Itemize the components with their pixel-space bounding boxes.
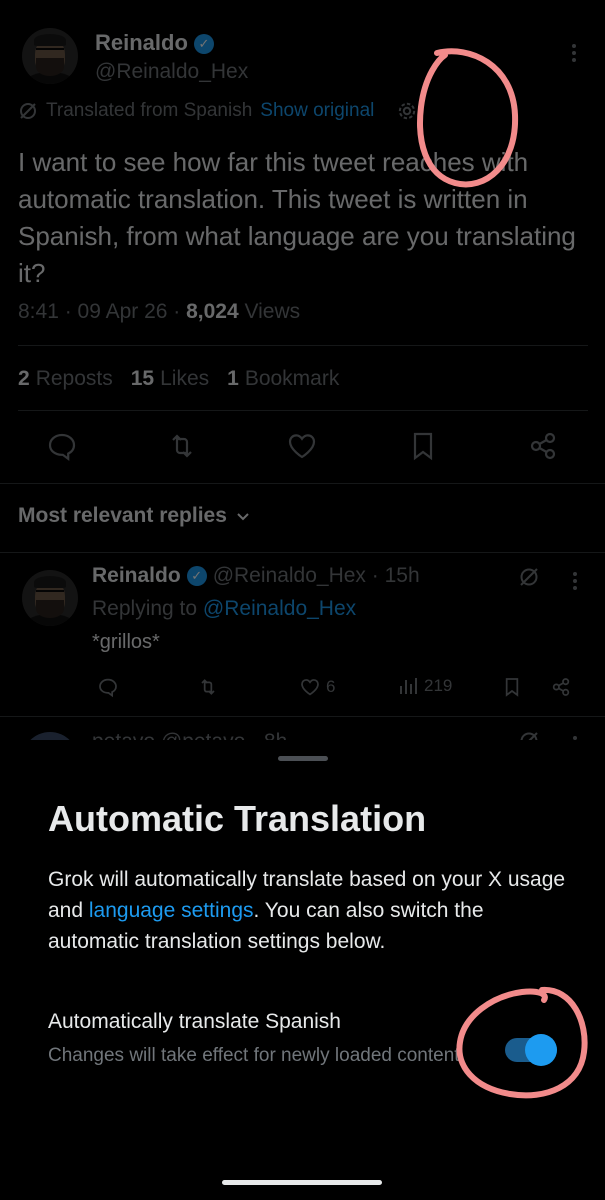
language-settings-link[interactable]: language settings bbox=[89, 899, 254, 922]
show-original-link[interactable]: Show original bbox=[260, 100, 374, 122]
divider bbox=[0, 552, 605, 553]
views-count: 8,024 bbox=[186, 300, 239, 323]
reposts-stat[interactable]: 2 Reposts bbox=[18, 367, 113, 391]
likes-stat[interactable]: 15 Likes bbox=[131, 367, 209, 391]
translate-slash-icon bbox=[20, 103, 36, 119]
verified-badge-icon: ✓ bbox=[186, 566, 207, 586]
divider bbox=[18, 410, 588, 411]
repost-icon[interactable] bbox=[164, 428, 200, 464]
share-icon bbox=[552, 678, 570, 696]
reply-actions: 6 219 bbox=[0, 675, 605, 705]
author-handle[interactable]: @Reinaldo_Hex bbox=[95, 60, 248, 84]
reply-like-button[interactable]: 6 bbox=[298, 675, 335, 699]
bookmarks-stat[interactable]: 1 Bookmark bbox=[227, 367, 339, 391]
views-icon bbox=[400, 678, 417, 694]
reply-icon bbox=[99, 678, 117, 698]
reply-views-button[interactable]: 219 bbox=[398, 675, 452, 697]
replying-prefix: Replying to bbox=[92, 597, 203, 620]
divider bbox=[18, 345, 588, 346]
reply-handle-time: @Reinaldo_Hex · 15h bbox=[212, 564, 420, 587]
divider bbox=[0, 483, 605, 484]
reply-author-name[interactable]: Reinaldo bbox=[92, 564, 181, 588]
reply-header[interactable]: Reinaldo ✓ @Reinaldo_Hex · 15h bbox=[92, 564, 420, 588]
tweet-meta: 8:41 · 09 Apr 26 · 8,024 Views bbox=[18, 300, 300, 324]
replying-handle-link[interactable]: @Reinaldo_Hex bbox=[203, 597, 356, 620]
reply-like-count: 6 bbox=[326, 677, 336, 696]
reply-share-button[interactable] bbox=[549, 675, 573, 699]
repost-icon bbox=[201, 679, 215, 695]
bookmark-icon[interactable] bbox=[405, 428, 441, 464]
divider bbox=[0, 716, 605, 717]
more-options-icon[interactable] bbox=[572, 44, 578, 65]
reply-icon[interactable] bbox=[44, 428, 80, 464]
sheet-title: Automatic Translation bbox=[48, 798, 427, 839]
reply-reply-button[interactable] bbox=[96, 675, 120, 699]
verified-badge-icon: ✓ bbox=[193, 34, 214, 55]
sheet-description: Grok will automatically translate based … bbox=[48, 864, 568, 957]
author-name-text[interactable]: Reinaldo bbox=[95, 30, 188, 55]
share-icon[interactable] bbox=[525, 428, 561, 464]
avatar[interactable] bbox=[22, 28, 78, 84]
auto-translate-option-subtitle: Changes will take effect for newly loade… bbox=[48, 1045, 465, 1066]
replies-sort-dropdown[interactable]: Most relevant replies bbox=[18, 504, 251, 528]
author-name[interactable]: Reinaldo ✓ bbox=[95, 30, 214, 56]
tweet-text: I want to see how far this tweet reaches… bbox=[18, 147, 576, 288]
auto-translate-toggle[interactable] bbox=[505, 1034, 557, 1066]
sheet-drag-handle[interactable] bbox=[278, 756, 328, 761]
heart-icon bbox=[301, 679, 319, 696]
tweet-time: 8:41 · 09 Apr 26 · bbox=[18, 300, 187, 323]
reply-repost-button[interactable] bbox=[196, 675, 220, 699]
heart-icon[interactable] bbox=[284, 428, 320, 464]
reply-views-count: 219 bbox=[424, 676, 453, 695]
reply-avatar[interactable] bbox=[22, 570, 78, 626]
gear-icon[interactable] bbox=[396, 100, 418, 122]
views-label: Views bbox=[238, 300, 301, 323]
tweet-actions bbox=[0, 428, 605, 464]
translation-row: Translated from Spanish Show original bbox=[18, 100, 418, 122]
reply-text: *grillos* bbox=[92, 631, 160, 653]
chevron-down-icon bbox=[237, 513, 249, 521]
automatic-translation-sheet: Automatic Translation Grok will automati… bbox=[0, 740, 605, 1200]
toggle-knob bbox=[525, 1034, 557, 1066]
translated-label: Translated from Spanish bbox=[46, 100, 253, 121]
reply-bookmark-button[interactable] bbox=[500, 675, 524, 699]
home-indicator bbox=[222, 1180, 382, 1185]
engagement-stats: 2 Reposts 15 Likes 1 Bookmark bbox=[18, 367, 339, 391]
replies-sort-label: Most relevant replies bbox=[18, 504, 227, 527]
more-options-icon[interactable] bbox=[573, 572, 579, 593]
bookmark-icon bbox=[505, 678, 519, 697]
tweet-detail: Reinaldo ✓ @Reinaldo_Hex Translated from … bbox=[0, 0, 605, 788]
translate-slash-icon[interactable] bbox=[518, 566, 540, 588]
replying-to: Replying to @Reinaldo_Hex bbox=[92, 597, 356, 621]
auto-translate-option-title: Automatically translate Spanish bbox=[48, 1010, 341, 1033]
